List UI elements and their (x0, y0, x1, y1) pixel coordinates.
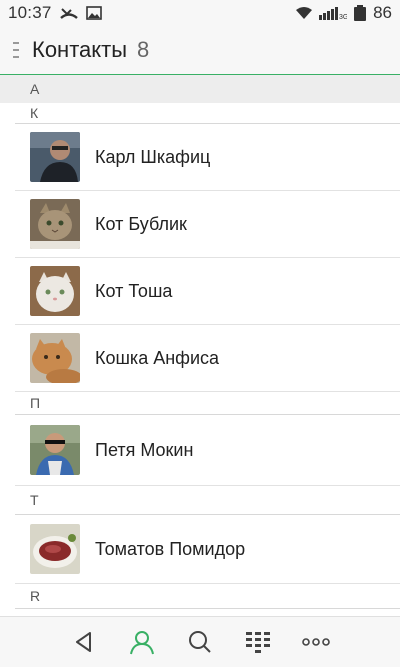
menu-handle-icon[interactable] (6, 40, 26, 60)
status-time: 10:37 (8, 3, 52, 22)
image-icon (85, 6, 102, 20)
avatar (30, 199, 80, 249)
status-bar: 10:37 3G 86 (0, 0, 400, 26)
contact-name: Кот Тоша (95, 280, 173, 301)
avatar (30, 266, 80, 316)
wifi-icon (295, 6, 313, 20)
avatar (30, 333, 80, 383)
avatar (30, 425, 80, 475)
contact-name: Томатов Помидор (95, 538, 246, 559)
contact-name: Кот Бублик (95, 213, 187, 234)
contact-row[interactable]: Томатов Помидор (15, 515, 400, 584)
contact-name: Карл Шкафиц (95, 146, 211, 167)
section-header-t: Т (30, 492, 39, 508)
contact-row[interactable]: Кот Тоша (15, 258, 400, 325)
contacts-icon[interactable] (127, 627, 157, 657)
section-header-k: К (30, 105, 39, 121)
contacts-list[interactable]: А К Карл Шкафиц Кот Бублик Кот Тоша Кошк… (0, 75, 400, 617)
page-title: Контакты (32, 37, 128, 62)
avatar (30, 524, 80, 574)
search-icon[interactable] (185, 627, 215, 657)
contact-name: Петя Мокин (95, 439, 194, 460)
battery-percent: 86 (373, 3, 392, 22)
contact-row[interactable]: Карл Шкафиц (15, 124, 400, 191)
avatar (30, 132, 80, 182)
battery-icon (353, 5, 367, 21)
section-header-r: R (30, 588, 41, 604)
more-icon[interactable] (301, 627, 331, 657)
contact-row[interactable]: Петя Мокин (15, 415, 400, 486)
app-header: Контакты 8 (0, 26, 400, 75)
contact-count: 8 (137, 37, 150, 62)
signal-3g-icon: 3G (319, 6, 347, 20)
bottom-nav (0, 616, 400, 667)
missed-call-icon (59, 6, 78, 20)
divider (15, 608, 400, 609)
svg-text:3G: 3G (339, 14, 347, 20)
contact-row[interactable]: Кот Бублик (15, 191, 400, 258)
back-icon[interactable] (69, 627, 99, 657)
section-header-p: П (30, 395, 41, 411)
contact-row[interactable]: Кошка Анфиса (15, 325, 400, 392)
dialpad-icon[interactable] (243, 627, 273, 657)
section-header-a: А (0, 75, 400, 103)
contact-name: Кошка Анфиса (95, 347, 220, 368)
